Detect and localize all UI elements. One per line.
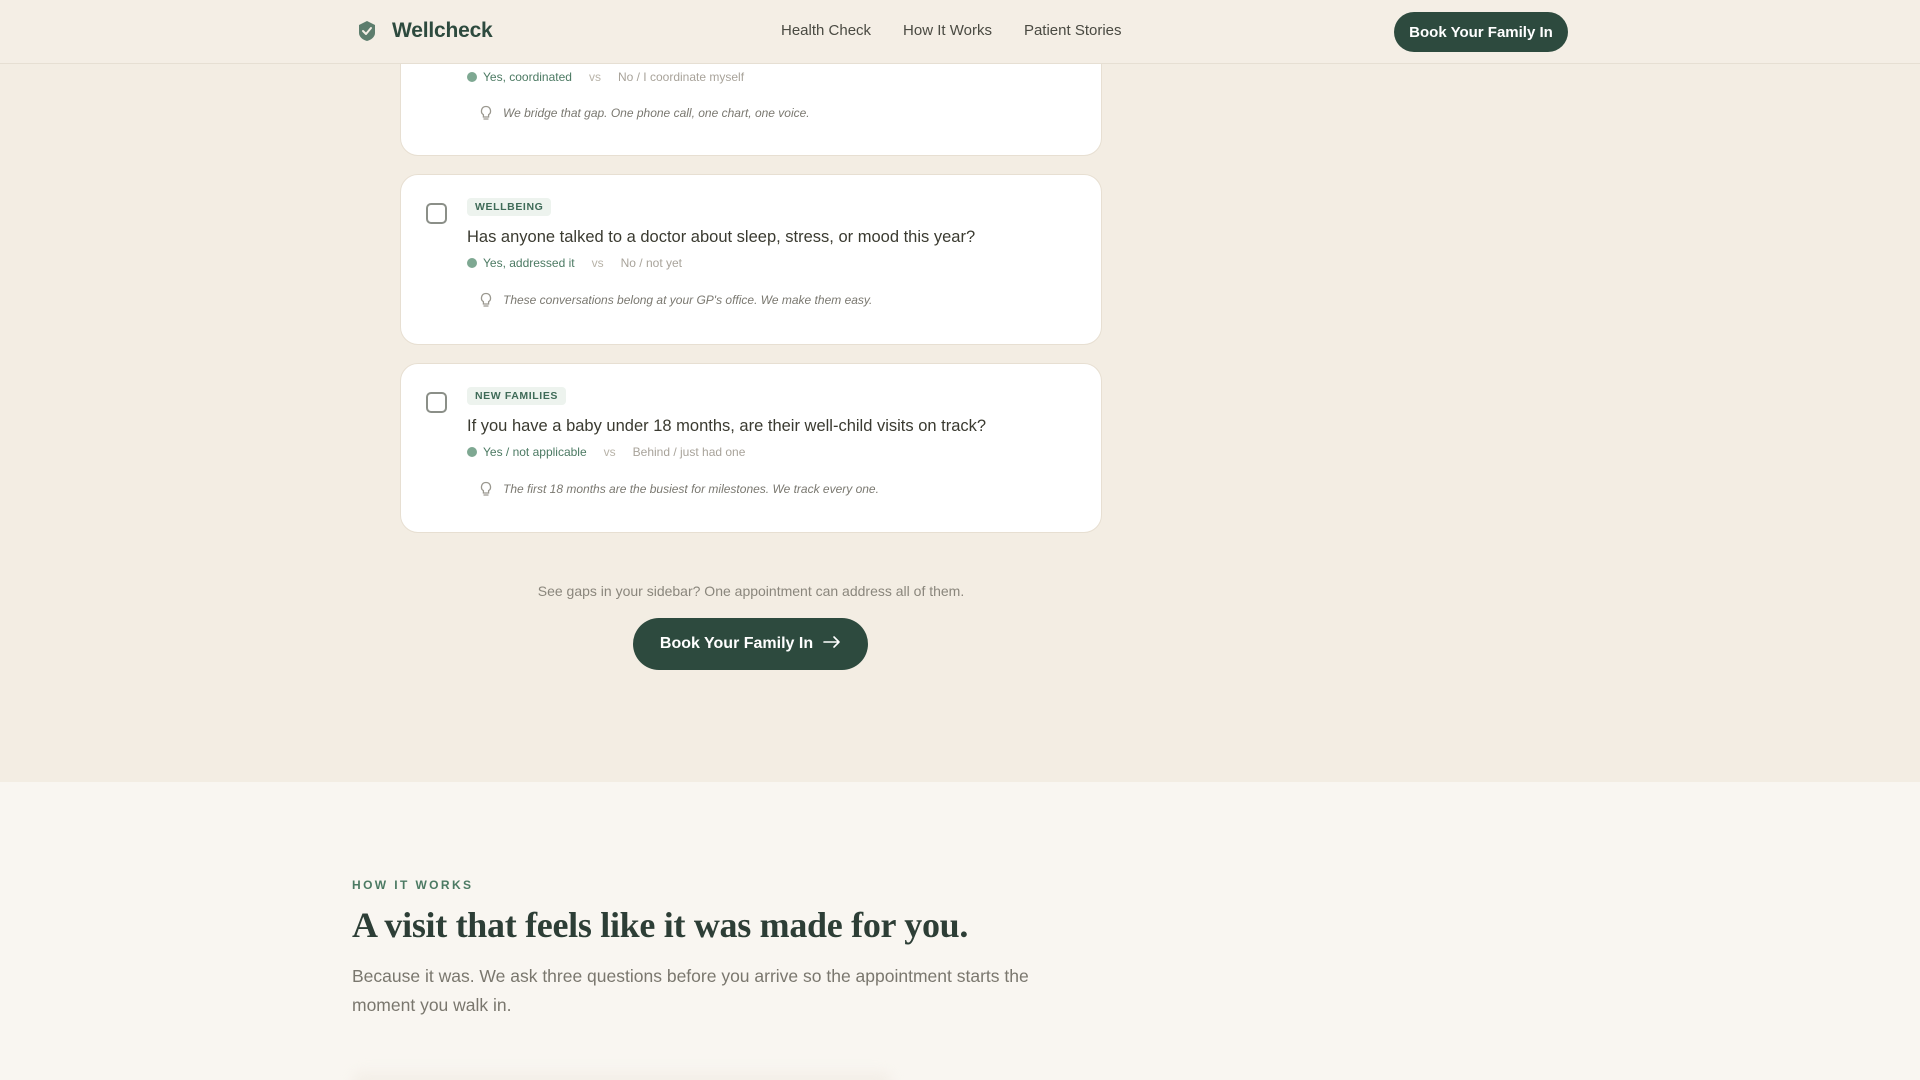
brand[interactable]: Wellcheck: [354, 18, 493, 44]
how-it-works-section: HOW IT WORKS A visit that feels like it …: [0, 782, 1920, 1080]
answer-no: Behind / just had one: [632, 445, 746, 459]
checklist-checkbox[interactable]: [426, 203, 447, 224]
nav-link-patient-stories[interactable]: Patient Stories: [1024, 22, 1122, 39]
leaf-logo-icon: [354, 18, 380, 44]
step-card-preview: [352, 1072, 892, 1080]
section-lede: Because it was. We ask three questions b…: [352, 966, 1029, 1015]
section-heading: A visit that feels like it was made for …: [352, 905, 969, 945]
book-family-label: Book Your Family In: [659, 635, 814, 652]
answer-yes: Yes / not applicable: [467, 445, 587, 459]
book-family-button[interactable]: Book Your Family In: [633, 618, 868, 670]
section-eyebrow: HOW IT WORKS: [352, 878, 474, 892]
tip: We bridge that gap. One phone call, one …: [479, 105, 810, 121]
cta-note: See gaps in your sidebar? One appointmen…: [537, 583, 965, 599]
question-text: Has anyone talked to a doctor about slee…: [467, 228, 976, 246]
answer-options: Yes, coordinated vs No / I coordinate my…: [467, 70, 744, 84]
book-family-nav-button[interactable]: Book Your Family In: [1394, 12, 1568, 52]
nav-link-health-check[interactable]: Health Check: [781, 22, 871, 39]
category-tag: NEW FAMILIES: [467, 387, 567, 405]
nav-links: Health Check How It Works Patient Storie…: [781, 22, 1122, 39]
check-dot-icon: [467, 447, 477, 457]
category-tag: WELLBEING: [467, 198, 552, 216]
lightbulb-icon: [479, 292, 493, 308]
vs-label: vs: [603, 445, 616, 459]
answer-no: No / I coordinate myself: [617, 70, 745, 84]
answer-options: Yes, addressed it vs No / not yet: [467, 256, 682, 270]
lightbulb-icon: [479, 481, 493, 497]
brand-name: Wellcheck: [392, 19, 493, 42]
checklist-checkbox[interactable]: [426, 392, 447, 413]
answer-yes: Yes, addressed it: [467, 256, 575, 270]
answer-options: Yes / not applicable vs Behind / just ha…: [467, 445, 745, 459]
answer-no: No / not yet: [620, 256, 682, 270]
nav-link-how-it-works[interactable]: How It Works: [903, 22, 992, 39]
checklist-card: NEW FAMILIES If you have a baby under 18…: [400, 363, 1102, 533]
vs-label: vs: [588, 70, 601, 84]
vs-label: vs: [591, 256, 604, 270]
top-nav: Wellcheck Health Check How It Works Pati…: [0, 0, 1920, 64]
tip: These conversations belong at your GP's …: [479, 292, 872, 308]
question-text: If you have a baby under 18 months, are …: [467, 417, 987, 435]
answer-yes: Yes, coordinated: [467, 70, 572, 84]
arrow-right-icon: [823, 635, 841, 654]
check-dot-icon: [467, 72, 477, 82]
tip: The first 18 months are the busiest for …: [479, 481, 879, 497]
checklist-card: WELLBEING Has anyone talked to a doctor …: [400, 174, 1102, 345]
lightbulb-icon: [479, 105, 493, 121]
check-dot-icon: [467, 258, 477, 268]
